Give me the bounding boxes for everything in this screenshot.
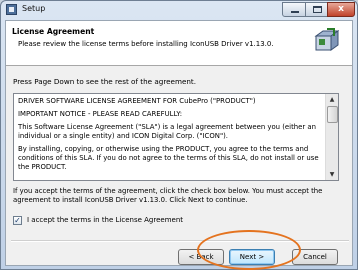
license-scrollbar[interactable]: ▲ ▼	[325, 94, 338, 180]
license-text: DRIVER SOFTWARE LICENSE AGREEMENT FOR Cu…	[18, 97, 321, 176]
installer-page: License Agreement Please review the lice…	[5, 20, 353, 266]
close-icon: x	[338, 4, 344, 14]
title-bar[interactable]: Setup x	[1, 1, 357, 19]
back-button[interactable]: < Back	[178, 249, 224, 265]
accept-checkbox-label[interactable]: I accept the terms in the License Agreem…	[27, 216, 183, 224]
next-button[interactable]: Next >	[229, 249, 275, 265]
license-paragraph: This Software License Agreement ("SLA") …	[18, 123, 316, 141]
minimize-button[interactable]	[282, 2, 306, 17]
scroll-up-arrow-icon[interactable]: ▲	[326, 94, 338, 105]
license-textbox[interactable]: DRIVER SOFTWARE LICENSE AGREEMENT FOR Cu…	[13, 93, 339, 181]
installer-box-icon	[314, 28, 339, 51]
window-title: Setup	[22, 4, 46, 13]
page-header: License Agreement Please review the lice…	[6, 21, 352, 66]
license-paragraph: IMPORTANT NOTICE - PLEASE READ CAREFULLY…	[18, 110, 183, 119]
cancel-button[interactable]: Cancel	[292, 249, 338, 265]
page-title: License Agreement	[12, 27, 95, 36]
setup-app-icon	[6, 4, 17, 15]
license-paragraph: By installing, copying, or otherwise usi…	[18, 145, 319, 171]
close-button[interactable]: x	[327, 2, 355, 17]
license-paragraph: DRIVER SOFTWARE LICENSE AGREEMENT FOR Cu…	[18, 97, 256, 105]
setup-window: Setup x License Agreement Please review …	[0, 0, 358, 270]
footer-divider	[11, 240, 349, 242]
scroll-down-arrow-icon[interactable]: ▼	[326, 169, 338, 180]
page-subtitle: Please review the license terms before i…	[18, 40, 274, 48]
accept-checkbox[interactable]: ✓	[13, 216, 22, 225]
accept-instructions: If you accept the terms of the agreement…	[13, 187, 323, 204]
scrollbar-thumb[interactable]	[327, 106, 338, 123]
maximize-button[interactable]	[305, 2, 328, 17]
page-down-instruction: Press Page Down to see the rest of the a…	[13, 77, 197, 86]
checkmark-icon: ✓	[14, 216, 21, 225]
